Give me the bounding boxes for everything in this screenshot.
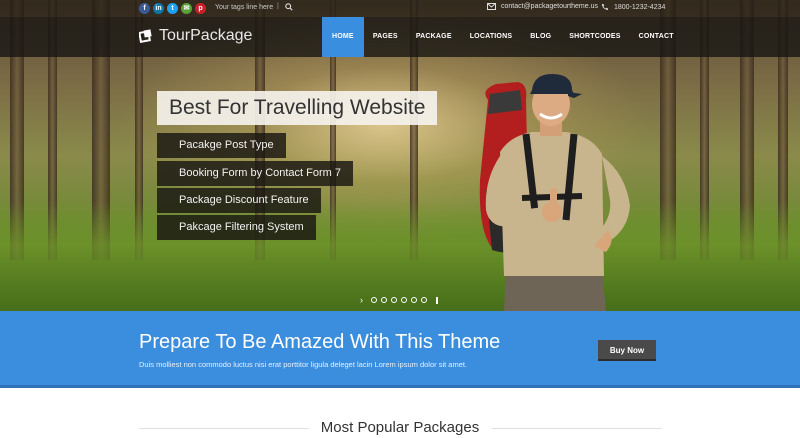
nav-item-locations[interactable]: LOCATIONS (461, 17, 522, 57)
slider-feature-caption: Booking Form by Contact Form 7 (157, 161, 354, 186)
chevron-right-icon[interactable]: › (360, 295, 363, 305)
tags-search-input[interactable]: Your tags line here (215, 4, 273, 11)
logo-icon (139, 29, 152, 43)
pause-icon[interactable] (436, 296, 438, 304)
facebook-icon[interactable]: f (139, 3, 150, 14)
nav-item-shortcodes[interactable]: SHORTCODES (560, 17, 629, 57)
hiker-image (479, 74, 630, 311)
nav-item-pages[interactable]: PAGES (364, 17, 407, 57)
slider-dot[interactable] (391, 297, 397, 303)
primary-menu: HOME PAGES PACKAGE LOCATIONS BLOG SHORTCODES C… (322, 17, 683, 57)
cta-title: Prepare To Be Amazed With This Theme (139, 331, 501, 353)
envelope-icon (487, 3, 496, 10)
slider-dot[interactable] (381, 297, 387, 303)
site-logo[interactable]: TourPackage (139, 27, 252, 45)
slider-dot[interactable] (421, 297, 427, 303)
buy-now-button[interactable]: Buy Now (598, 340, 656, 361)
top-bar: f in t ✉ p Your tags line here | contact@pac… (0, 0, 800, 17)
slider-feature-caption: Pakcage Filtering System (157, 215, 316, 240)
section-title: Most Popular Packages (320, 419, 480, 436)
slider-headline: Best For Travelling Website (157, 91, 438, 125)
nav-item-blog[interactable]: BLOG (521, 17, 560, 57)
phone-icon (602, 4, 608, 10)
slider-feature-caption: Pacakge Post Type (157, 133, 286, 158)
linkedin-icon[interactable]: in (153, 3, 164, 14)
slider-dot[interactable] (401, 297, 407, 303)
pinterest-icon[interactable]: p (195, 3, 206, 14)
cta-banner: Prepare To Be Amazed With This Theme Dui… (0, 311, 800, 388)
contact-email[interactable]: contact@packagetourtheme.us (487, 3, 598, 10)
email-icon[interactable]: ✉ (181, 3, 192, 14)
nav-item-home[interactable]: HOME (322, 17, 364, 57)
cta-description: Duis molliest non commodo luctus nisi er… (139, 360, 468, 369)
slider-dot[interactable] (411, 297, 417, 303)
contact-phone-text: 1800-1232-4234 (614, 3, 666, 11)
logo-text: TourPackage (159, 27, 253, 44)
nav-item-package[interactable]: PACKAGE (407, 17, 461, 57)
main-navbar: TourPackage HOME PAGES PACKAGE LOCATIONS BLO… (0, 17, 800, 57)
slider-dot[interactable] (371, 297, 377, 303)
nav-item-contact[interactable]: CONTACT (630, 17, 683, 57)
slider-pagination: › (360, 295, 438, 305)
search-icon[interactable] (285, 3, 293, 11)
slider-feature-caption: Package Discount Feature (157, 188, 321, 213)
twitter-icon[interactable]: t (167, 3, 178, 14)
social-links: f in t ✉ p (139, 3, 206, 14)
contact-email-text: contact@packagetourtheme.us (501, 3, 598, 10)
contact-phone: 1800-1232-4234 (601, 3, 665, 11)
divider: | (277, 3, 279, 10)
